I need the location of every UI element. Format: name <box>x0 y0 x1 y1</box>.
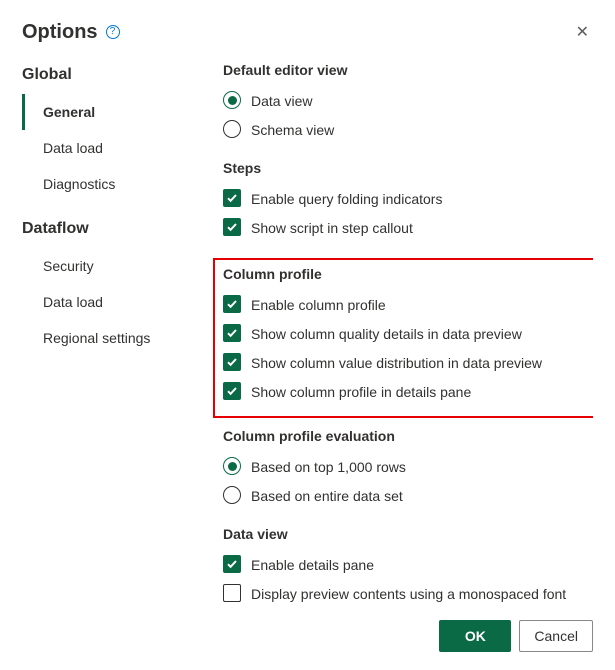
checkbox-enable-column-profile[interactable]: Enable column profile <box>223 290 585 319</box>
section-title: Data view <box>223 526 589 542</box>
radio-entire-dataset[interactable]: Based on entire data set <box>223 481 589 510</box>
section-title: Default editor view <box>223 62 589 78</box>
options-dialog: Options ? ✕ Global General Data load Dia… <box>0 0 615 670</box>
sidebar-group-global: Global General Data load Diagnostics <box>22 66 197 202</box>
checkbox-script-callout[interactable]: Show script in step callout <box>223 213 589 242</box>
radio-top-1000[interactable]: Based on top 1,000 rows <box>223 452 589 481</box>
section-data-view: Data view Enable details pane Display pr… <box>223 526 589 608</box>
sidebar-item-general[interactable]: General <box>22 94 197 130</box>
sidebar-item-label: Diagnostics <box>43 176 115 192</box>
radio-icon <box>223 486 241 504</box>
option-label: Enable details pane <box>251 554 374 575</box>
sidebar-item-label: Data load <box>43 294 103 310</box>
radio-icon <box>223 91 241 109</box>
checkbox-icon <box>223 218 241 236</box>
radio-schema-view[interactable]: Schema view <box>223 115 589 144</box>
sidebar-item-label: Security <box>43 258 94 274</box>
settings-panel: Default editor view Data view Schema vie… <box>197 62 593 608</box>
sidebar-group-label: Global <box>22 66 197 84</box>
radio-icon <box>223 120 241 138</box>
checkbox-icon <box>223 382 241 400</box>
option-label: Based on top 1,000 rows <box>251 456 406 477</box>
checkbox-icon <box>223 189 241 207</box>
sidebar-item-data-load[interactable]: Data load <box>22 130 197 166</box>
column-profile-highlight: Column profile Enable column profile Sho… <box>213 258 593 418</box>
section-title: Steps <box>223 160 589 176</box>
dialog-title: Options <box>22 21 98 44</box>
radio-data-view[interactable]: Data view <box>223 86 589 115</box>
option-label: Show column profile in details pane <box>251 381 471 402</box>
sidebar-item-diagnostics[interactable]: Diagnostics <box>22 166 197 202</box>
checkbox-folding-indicators[interactable]: Enable query folding indicators <box>223 184 589 213</box>
sidebar-item-regional-settings[interactable]: Regional settings <box>22 320 197 356</box>
dialog-footer: OK Cancel <box>22 608 593 652</box>
option-label: Show script in step callout <box>251 217 413 238</box>
checkbox-column-quality[interactable]: Show column quality details in data prev… <box>223 319 585 348</box>
ok-button[interactable]: OK <box>439 620 511 652</box>
help-icon[interactable]: ? <box>106 25 120 39</box>
option-label: Display preview contents using a monospa… <box>251 583 566 604</box>
title-group: Options ? <box>22 21 120 44</box>
checkbox-icon <box>223 584 241 602</box>
sidebar-item-label: Regional settings <box>43 330 150 346</box>
dialog-body: Global General Data load Diagnostics Dat… <box>22 62 593 608</box>
checkbox-column-distribution[interactable]: Show column value distribution in data p… <box>223 348 585 377</box>
section-default-editor: Default editor view Data view Schema vie… <box>223 62 589 144</box>
checkbox-icon <box>223 295 241 313</box>
checkbox-monospaced-font[interactable]: Display preview contents using a monospa… <box>223 579 589 608</box>
option-label: Show column value distribution in data p… <box>251 352 542 373</box>
section-column-profile-eval: Column profile evaluation Based on top 1… <box>223 428 589 510</box>
sidebar-item-label: Data load <box>43 140 103 156</box>
section-steps: Steps Enable query folding indicators Sh… <box>223 160 589 242</box>
button-label: Cancel <box>534 628 578 644</box>
option-label: Based on entire data set <box>251 485 403 506</box>
option-label: Show column quality details in data prev… <box>251 323 522 344</box>
cancel-button[interactable]: Cancel <box>519 620 593 652</box>
option-label: Schema view <box>251 119 334 140</box>
option-label: Enable query folding indicators <box>251 188 442 209</box>
sidebar-item-data-load-df[interactable]: Data load <box>22 284 197 320</box>
sidebar-group-label: Dataflow <box>22 220 197 238</box>
button-label: OK <box>465 628 486 644</box>
checkbox-enable-details-pane[interactable]: Enable details pane <box>223 550 589 579</box>
section-title: Column profile evaluation <box>223 428 589 444</box>
checkbox-icon <box>223 324 241 342</box>
option-label: Data view <box>251 90 312 111</box>
checkbox-icon <box>223 353 241 371</box>
sidebar-group-dataflow: Dataflow Security Data load Regional set… <box>22 220 197 356</box>
sidebar-item-security[interactable]: Security <box>22 248 197 284</box>
checkbox-column-details-pane[interactable]: Show column profile in details pane <box>223 377 585 406</box>
sidebar-item-label: General <box>43 104 95 120</box>
section-title: Column profile <box>223 266 585 282</box>
close-icon[interactable]: ✕ <box>572 18 593 46</box>
sidebar: Global General Data load Diagnostics Dat… <box>22 62 197 608</box>
dialog-header: Options ? ✕ <box>22 18 593 46</box>
option-label: Enable column profile <box>251 294 386 315</box>
section-column-profile: Column profile Enable column profile Sho… <box>223 266 585 406</box>
radio-icon <box>223 457 241 475</box>
checkbox-icon <box>223 555 241 573</box>
